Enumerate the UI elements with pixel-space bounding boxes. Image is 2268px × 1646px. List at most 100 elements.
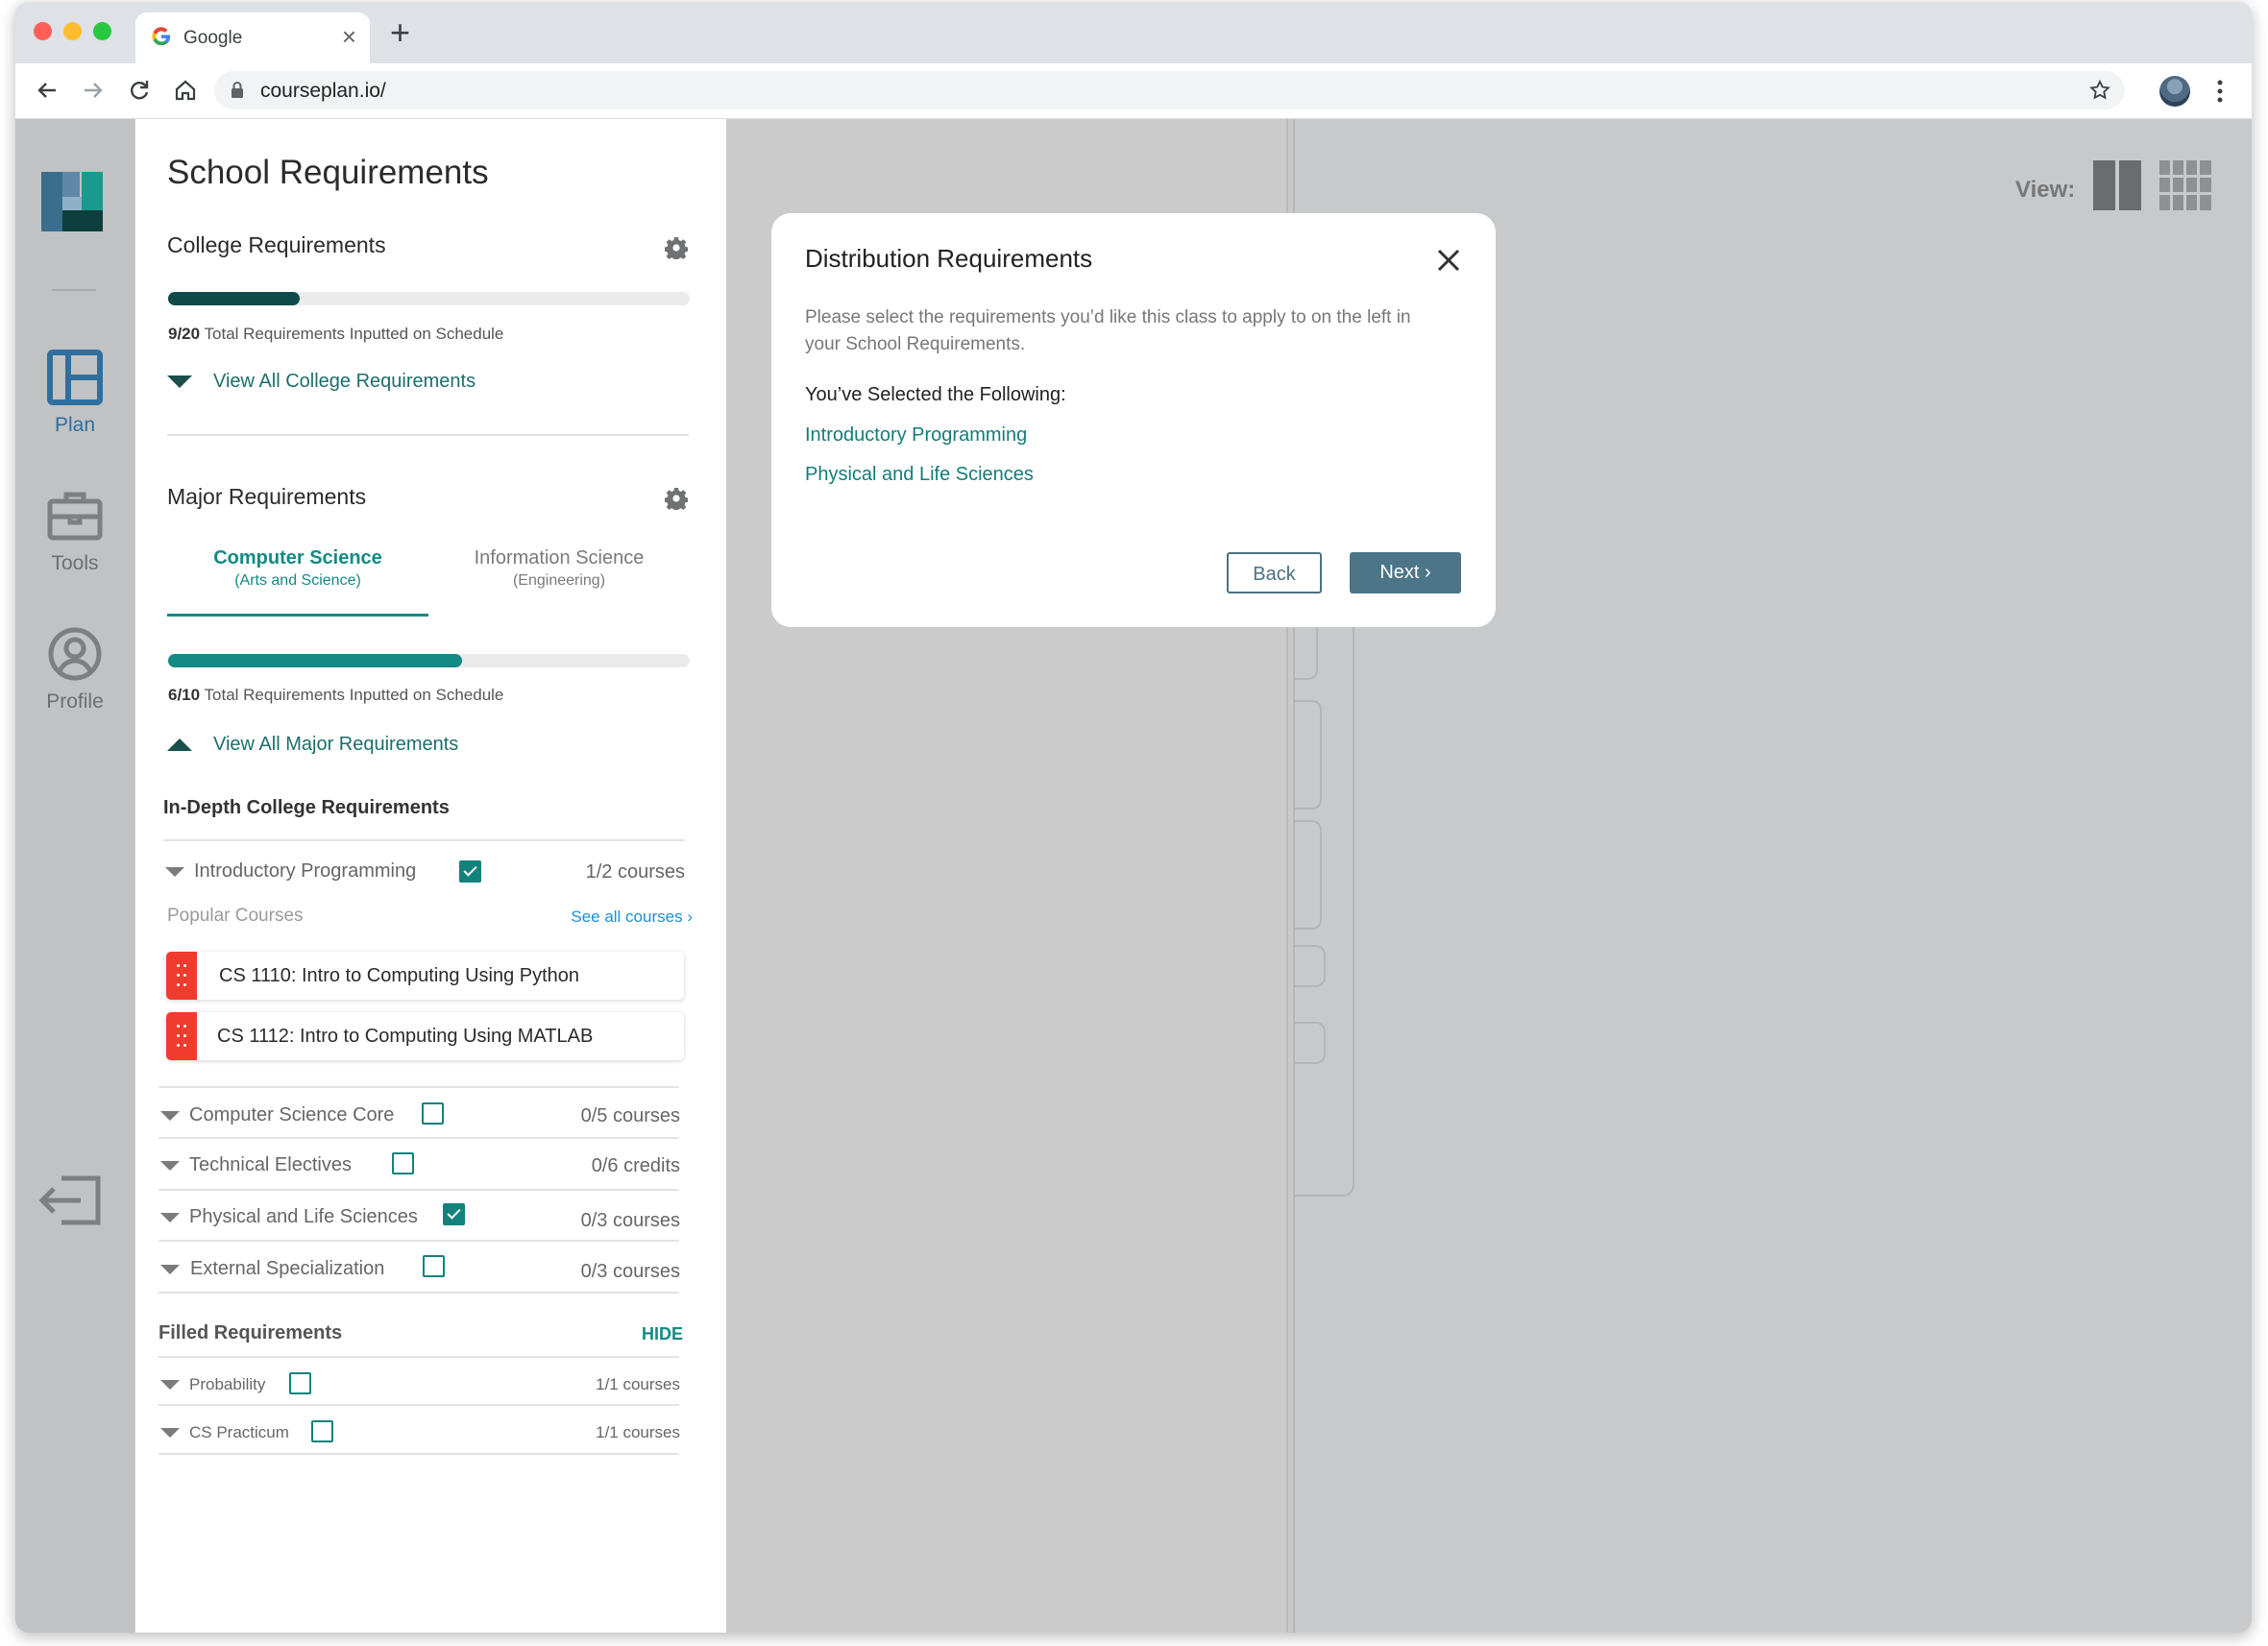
close-window-button[interactable] bbox=[34, 22, 52, 40]
requirement-name: Technical Electives bbox=[189, 1154, 352, 1175]
view-all-major-label: View All Major Requirements bbox=[213, 734, 459, 755]
logout-icon[interactable] bbox=[37, 1171, 104, 1230]
requirement-checkbox[interactable] bbox=[459, 860, 481, 883]
courseplan-logo-icon bbox=[41, 172, 103, 231]
major-progress-fill bbox=[168, 654, 463, 667]
drag-handle-icon[interactable] bbox=[166, 1012, 197, 1060]
sidebar-divider bbox=[52, 289, 96, 291]
row-divider bbox=[159, 1356, 679, 1358]
nav-profile[interactable]: Profile bbox=[15, 626, 134, 714]
requirement-count: 0/6 credits bbox=[591, 1155, 680, 1176]
filled-requirements-heading: Filled Requirements bbox=[159, 1322, 343, 1343]
row-divider bbox=[159, 1086, 679, 1088]
college-progress-count: 9/20 bbox=[168, 325, 201, 343]
college-progress-label: Total Requirements Inputted on Schedule bbox=[204, 325, 504, 343]
plan-icon bbox=[47, 350, 103, 405]
requirement-row[interactable]: Computer Science Core 0/5 courses bbox=[157, 1092, 680, 1140]
row-divider bbox=[163, 839, 685, 841]
requirement-count: 0/3 courses bbox=[580, 1210, 680, 1231]
requirement-checkbox[interactable] bbox=[423, 1255, 445, 1277]
college-requirements-heading: College Requirements bbox=[167, 232, 386, 257]
requirement-name: Probability bbox=[189, 1375, 266, 1393]
chevron-right-icon: › bbox=[687, 908, 693, 926]
avatar[interactable] bbox=[2159, 76, 2190, 107]
minimize-window-button[interactable] bbox=[63, 22, 82, 40]
major-progress-count: 6/10 bbox=[168, 686, 201, 704]
requirement-row[interactable]: Technical Electives 0/6 credits bbox=[157, 1142, 680, 1190]
gear-icon[interactable] bbox=[665, 236, 688, 259]
see-all-courses-link[interactable]: See all courses › bbox=[571, 908, 693, 927]
gear-icon[interactable] bbox=[665, 487, 688, 510]
major-progress-bar bbox=[168, 654, 690, 667]
requirement-count: 0/5 courses bbox=[580, 1105, 680, 1126]
row-divider bbox=[159, 1137, 679, 1139]
requirement-checkbox[interactable] bbox=[422, 1102, 444, 1125]
school-requirements-panel: School Requirements College Requirements… bbox=[135, 119, 726, 1633]
view-label: View: bbox=[2015, 177, 2076, 203]
google-icon bbox=[152, 27, 171, 46]
collapse-up-icon bbox=[167, 738, 192, 752]
in-depth-heading: In-Depth College Requirements bbox=[163, 797, 450, 818]
requirement-checkbox[interactable] bbox=[443, 1203, 465, 1225]
browser-window: Google × + courseplan.io/ Plan Tools Pro… bbox=[15, 2, 2252, 1633]
grid-view-icon[interactable] bbox=[2159, 160, 2211, 210]
nav-tools-label: Tools bbox=[51, 552, 99, 574]
major-progress-label: Total Requirements Inputted on Schedule bbox=[204, 686, 504, 704]
hide-filled-link[interactable]: HIDE bbox=[642, 1324, 683, 1344]
requirement-checkbox[interactable] bbox=[392, 1152, 414, 1174]
row-divider bbox=[159, 1404, 679, 1406]
more-menu-icon[interactable] bbox=[2215, 79, 2225, 104]
requirement-row[interactable]: Probability 1/1 courses bbox=[157, 1361, 680, 1409]
distribution-requirements-modal: Distribution Requirements Please select … bbox=[771, 213, 1496, 627]
caret-down-icon bbox=[160, 1428, 180, 1438]
back-arrow-icon[interactable] bbox=[33, 76, 61, 105]
expand-down-icon bbox=[167, 375, 192, 389]
address-bar[interactable]: courseplan.io/ bbox=[214, 71, 2125, 109]
tab-close-icon[interactable]: × bbox=[342, 22, 356, 51]
caret-down-icon bbox=[165, 867, 184, 877]
popular-courses-label: Popular Courses bbox=[167, 906, 304, 926]
tab-information-science[interactable]: Information Science (Engineering) bbox=[428, 547, 690, 590]
close-icon[interactable] bbox=[1436, 248, 1461, 273]
course-card[interactable]: CS 1110: Intro to Computing Using Python bbox=[166, 952, 684, 1000]
college-progress-bar bbox=[168, 292, 690, 305]
nav-plan[interactable]: Plan bbox=[15, 350, 134, 437]
requirement-checkbox[interactable] bbox=[289, 1372, 311, 1394]
requirement-count: 1/1 courses bbox=[596, 1375, 680, 1393]
requirement-count: 0/3 courses bbox=[580, 1261, 680, 1282]
view-all-college-link[interactable]: View All College Requirements bbox=[167, 371, 476, 393]
view-all-major-link[interactable]: View All Major Requirements bbox=[167, 734, 458, 756]
requirement-count: 1/2 courses bbox=[585, 861, 685, 883]
home-icon[interactable] bbox=[171, 76, 200, 105]
new-tab-button[interactable]: + bbox=[390, 13, 410, 52]
selected-requirement[interactable]: Physical and Life Sciences bbox=[805, 464, 1034, 486]
two-column-view-icon[interactable] bbox=[2093, 160, 2141, 210]
college-progress-text: 9/20 Total Requirements Inputted on Sche… bbox=[168, 325, 503, 344]
icon-sidebar: Plan Tools Profile bbox=[15, 119, 134, 1633]
requirement-checkbox[interactable] bbox=[311, 1420, 333, 1442]
tab-information-science-sub: (Engineering) bbox=[512, 572, 606, 589]
reload-icon[interactable] bbox=[125, 76, 154, 105]
requirement-row[interactable]: Physical and Life Sciences 0/3 courses bbox=[157, 1194, 680, 1242]
course-name: CS 1112: Intro to Computing Using MATLAB bbox=[217, 1026, 594, 1047]
nav-tools[interactable]: Tools bbox=[15, 488, 134, 575]
tab-computer-science[interactable]: Computer Science (Arts and Science) bbox=[167, 547, 428, 590]
bookmark-star-icon[interactable] bbox=[2088, 79, 2111, 102]
selected-requirement[interactable]: Introductory Programming bbox=[805, 424, 1027, 447]
tab-strip: Google × + bbox=[15, 2, 2252, 63]
next-button[interactable]: Next › bbox=[1350, 552, 1461, 593]
forward-arrow-icon[interactable] bbox=[79, 76, 108, 105]
caret-down-icon bbox=[160, 1380, 180, 1390]
row-divider bbox=[159, 1453, 679, 1455]
requirement-row[interactable]: External Specialization 0/3 courses bbox=[157, 1246, 680, 1294]
tab-title: Google bbox=[183, 28, 243, 48]
maximize-window-button[interactable] bbox=[93, 22, 111, 40]
requirement-row[interactable]: Introductory Programming 1/2 courses bbox=[161, 848, 685, 896]
browser-tab[interactable]: Google × bbox=[135, 12, 370, 63]
course-card[interactable]: CS 1112: Intro to Computing Using MATLAB bbox=[166, 1012, 684, 1060]
toolbox-icon bbox=[47, 492, 103, 541]
drag-handle-icon[interactable] bbox=[166, 952, 197, 1000]
requirement-row[interactable]: CS Practicum 1/1 courses bbox=[157, 1409, 680, 1457]
back-button[interactable]: Back bbox=[1227, 552, 1322, 593]
nav-plan-label: Plan bbox=[54, 414, 96, 436]
